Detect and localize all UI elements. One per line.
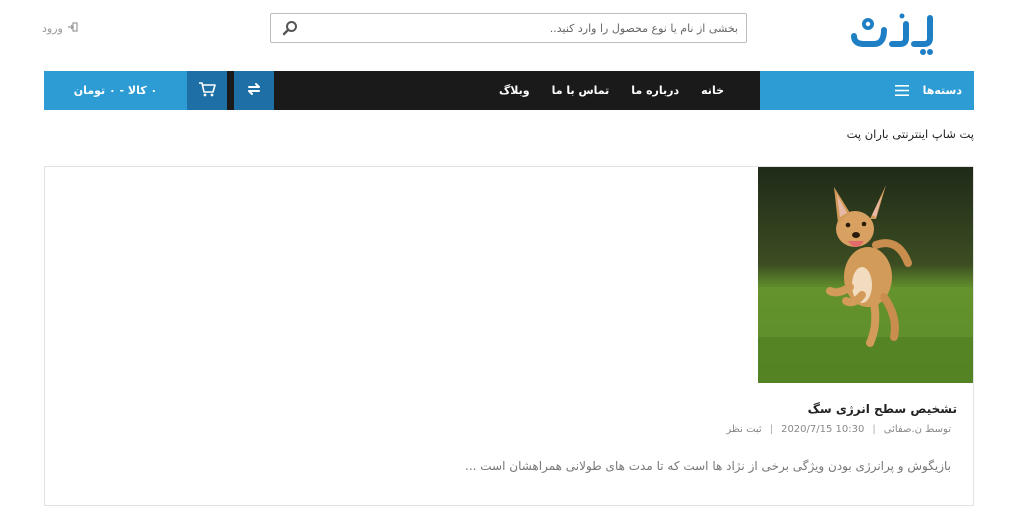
site-header: ورود xyxy=(0,0,1024,70)
nav-link-contact[interactable]: تماس با ما xyxy=(552,84,610,97)
nav-link-blog[interactable]: وبلاگ xyxy=(499,84,530,97)
login-link[interactable]: ورود xyxy=(42,20,78,36)
post-comment-link[interactable]: ثبت نظر xyxy=(726,424,761,435)
nav-links: خانه درباره ما تماس با ما وبلاگ xyxy=(499,71,724,110)
cart-total-label: ۰ کالا - ۰ تومان xyxy=(73,84,158,97)
login-label: ورود xyxy=(42,21,63,35)
compare-arrows-icon xyxy=(246,81,262,100)
running-dog-illustration xyxy=(758,167,973,383)
nav-link-about[interactable]: درباره ما xyxy=(631,84,679,97)
search-input[interactable] xyxy=(311,14,738,42)
compare-button[interactable] xyxy=(234,71,274,110)
search-box xyxy=(270,13,747,43)
shopping-cart-icon xyxy=(198,81,216,101)
post-date: 10:30 2020/7/15 xyxy=(781,424,865,435)
logo-mark xyxy=(851,13,933,55)
search-icon[interactable] xyxy=(279,18,301,38)
meta-separator: | xyxy=(769,424,774,435)
post-meta: توسط ن.صفائی | 10:30 2020/7/15 | ثبت نظر xyxy=(726,424,951,435)
post-image-dog[interactable] xyxy=(758,167,973,383)
site-logo[interactable] xyxy=(844,10,936,56)
meta-separator: | xyxy=(872,424,876,435)
main-navbar: ۰ کالا - ۰ تومان خانه درباره ما تماس با … xyxy=(44,71,974,110)
categories-label: دسته‌ها xyxy=(922,84,962,97)
blog-post-card: تشخیص سطح انرژی سگ توسط ن.صفائی | 10:30 … xyxy=(44,166,974,506)
hamburger-menu-icon xyxy=(894,81,909,100)
post-title[interactable]: تشخیص سطح انرژی سگ xyxy=(808,402,957,416)
sign-in-icon xyxy=(67,21,78,35)
cart-total-button[interactable]: ۰ کالا - ۰ تومان xyxy=(44,71,187,110)
categories-menu-button[interactable]: دسته‌ها xyxy=(760,71,974,110)
page-title: پت شاپ اینترنتی باران پت xyxy=(846,127,974,141)
post-excerpt: بازیگوش و پرانرژی بودن ویژگی برخی از نژا… xyxy=(465,459,951,473)
cart-button[interactable] xyxy=(187,71,227,110)
nav-link-home[interactable]: خانه xyxy=(701,84,724,97)
post-author[interactable]: توسط ن.صفائی xyxy=(884,424,951,435)
